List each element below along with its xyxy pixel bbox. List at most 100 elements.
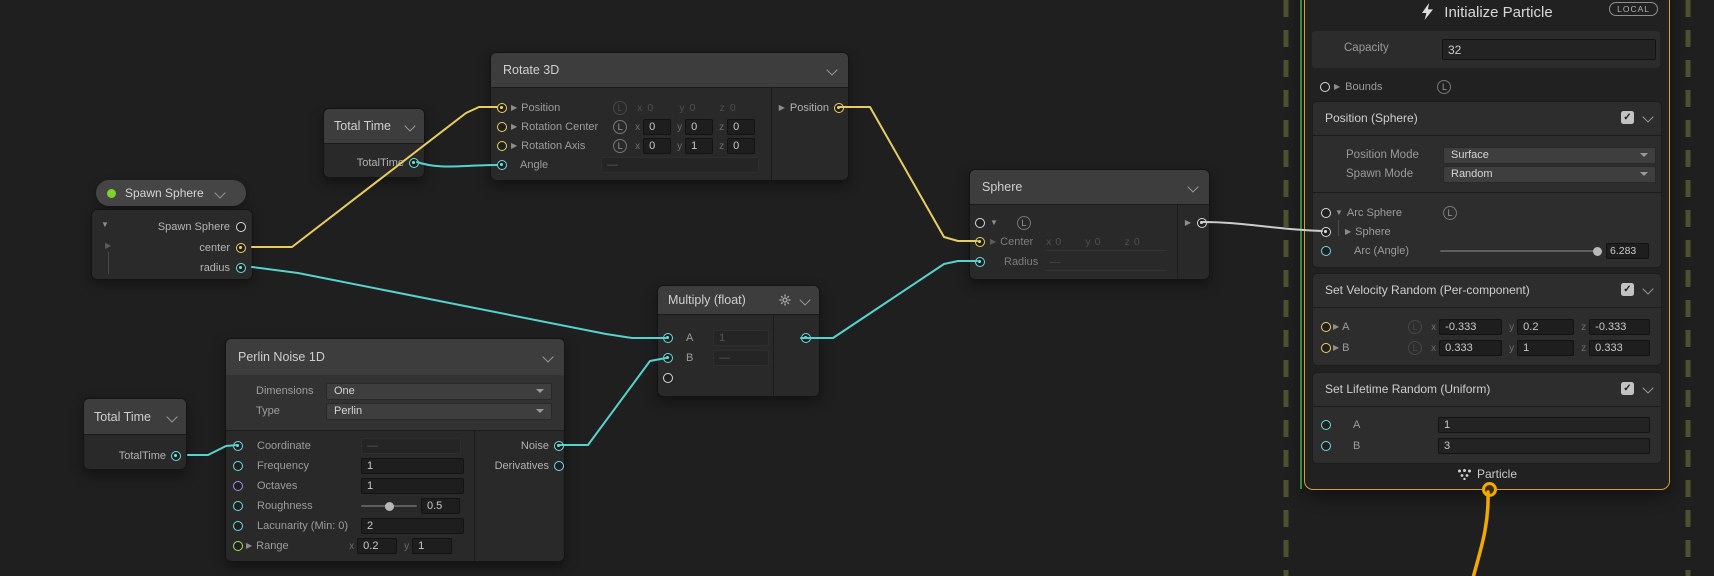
b-z-field[interactable]: 0.333 [1589,340,1650,356]
port-a-in[interactable] [663,333,673,343]
port-noise-out[interactable] [554,441,564,451]
value-z-field[interactable]: 0 [727,119,755,135]
port-radius-in[interactable] [975,257,985,267]
port-b-in[interactable] [663,353,673,363]
port-a-in[interactable] [1321,420,1331,430]
value-z-field[interactable]: 0 [727,138,755,154]
chevron-down-icon[interactable] [542,351,553,362]
node-sphere[interactable]: Sphere ▼ L ▶ Center x 0 y 0 z 0 Radius — [969,169,1210,280]
slider-handle[interactable] [385,502,394,511]
position-mode-dropdown[interactable]: Surface [1443,147,1656,164]
port-bounds-in[interactable] [1320,82,1330,92]
port-arc-angle-in[interactable] [1321,246,1331,256]
chevron-down-icon[interactable] [826,64,837,75]
local-space-badge[interactable]: L [613,101,627,115]
port-result-out[interactable] [801,333,811,343]
local-space-badge[interactable]: L [1437,80,1451,94]
foldout-collapsed-icon[interactable]: ▶ [1333,344,1339,352]
lacunarity-field[interactable]: 2 [361,518,464,534]
port-position-out[interactable] [834,103,844,113]
node-total-time-top[interactable]: Total Time TotalTime [323,108,425,178]
node-spawn-sphere[interactable]: Spawn Sphere ▼ ▶ Spawn Sphere center rad… [91,180,251,278]
b-x-field[interactable]: 0.333 [1439,340,1502,356]
edge-particle-flow[interactable] [1473,492,1488,576]
node-total-time-bottom[interactable]: Total Time TotalTime [83,398,187,470]
port-arc-sphere-in[interactable] [1321,208,1331,218]
block-enabled-checkbox[interactable] [1621,382,1634,395]
local-space-badge[interactable]: L [1408,320,1422,334]
edge-rotate3d-to-sphere-center[interactable] [840,107,977,241]
node-multiply-float[interactable]: Multiply (float) A 1 B — [657,285,820,397]
port-center-out[interactable] [236,243,246,253]
chevron-down-icon[interactable] [214,187,225,198]
port-sphere-in[interactable] [1321,227,1331,237]
range-y-field[interactable]: 1 [412,538,452,554]
slider-handle[interactable] [1593,247,1602,256]
b-field[interactable]: 3 [1438,438,1650,454]
value-y-field[interactable]: 0 [685,119,713,135]
a-field[interactable]: 1 [1438,417,1650,433]
port-derivatives-out[interactable] [554,461,564,471]
a-value-field[interactable]: 1 [713,330,769,346]
chevron-down-icon[interactable] [1642,283,1653,294]
node-rotate-3d[interactable]: Rotate 3D ▶ Position L x 0 y 0 z 0 ▶ Rot… [490,52,849,181]
block-set-velocity-random[interactable]: Set Velocity Random (Per-component) ▶ A … [1312,273,1662,366]
context-initialize-particle[interactable]: Initialize Particle LOCAL Capacity 32 ▶ … [1304,0,1670,490]
roughness-slider[interactable] [361,505,417,507]
edge-totaltime-to-angle[interactable] [417,162,497,167]
port-frequency-in[interactable] [233,461,243,471]
foldout-collapsed-icon[interactable]: ▶ [1334,83,1340,91]
foldout-expanded-icon[interactable]: ▼ [990,219,998,227]
block-set-lifetime-random[interactable]: Set Lifetime Random (Uniform) A 1 B 3 [1312,372,1662,464]
port-radius-out[interactable] [236,263,246,273]
spawn-sphere-pill[interactable]: Spawn Sphere [96,180,246,206]
a-x-field[interactable]: -0.333 [1439,319,1502,335]
port-coordinate-in[interactable] [233,441,243,451]
space-badge[interactable]: LOCAL [1609,2,1658,16]
port-a-in[interactable] [1321,322,1331,332]
foldout-collapsed-icon[interactable]: ▶ [1333,323,1339,331]
port-sphere-out[interactable] [1197,218,1207,228]
range-x-field[interactable]: 0.2 [357,538,397,554]
edge-noise-to-multiply-b[interactable] [559,358,666,445]
port-totaltime-out[interactable] [171,451,181,461]
port-roughness-in[interactable] [233,501,243,511]
port-range-in[interactable] [233,541,243,551]
port-spawn-sphere-out[interactable] [236,222,246,232]
port-angle-in[interactable] [497,160,507,170]
local-space-badge[interactable]: L [1443,206,1457,220]
local-space-badge[interactable]: L [1017,216,1031,230]
port-lacunarity-in[interactable] [233,521,243,531]
octaves-field[interactable]: 1 [361,478,464,494]
foldout-collapsed-icon[interactable]: ▶ [990,238,996,246]
b-value-field[interactable]: — [713,350,769,366]
foldout-collapsed-icon[interactable]: ▶ [779,104,785,112]
port-center-in[interactable] [975,237,985,247]
type-dropdown[interactable]: Perlin [326,403,552,420]
node-perlin-noise-1d[interactable]: Perlin Noise 1D Dimensions One Type Perl… [225,338,565,562]
port-rotation-center-in[interactable] [497,122,507,132]
roughness-field[interactable]: 0.5 [421,498,460,514]
foldout-collapsed-icon[interactable]: ▶ [511,104,517,112]
port-b-in[interactable] [1321,343,1331,353]
port-rotation-axis-in[interactable] [497,141,507,151]
foldout-collapsed-icon[interactable]: ▶ [511,123,517,131]
coordinate-field[interactable]: — [361,438,461,454]
frequency-field[interactable]: 1 [361,458,464,474]
local-space-badge[interactable]: L [1408,341,1422,355]
spawn-sphere-body[interactable]: ▼ ▶ Spawn Sphere center radius [91,209,253,280]
value-x-field[interactable]: 0 [643,138,671,154]
port-add-input[interactable] [663,373,673,383]
foldout-collapsed-icon[interactable]: ▶ [1185,219,1191,227]
edge-multiply-to-sphere-radius[interactable] [801,261,977,338]
block-enabled-checkbox[interactable] [1621,111,1634,124]
port-b-in[interactable] [1321,441,1331,451]
foldout-collapsed-icon[interactable]: ▶ [105,242,111,250]
arc-angle-field[interactable]: 6.283 [1606,243,1649,259]
arc-angle-slider[interactable] [1440,250,1600,252]
edge-radius-to-multiply-a[interactable] [252,267,666,338]
foldout-collapsed-icon[interactable]: ▶ [1345,228,1351,236]
gear-icon[interactable] [779,294,791,306]
foldout-collapsed-icon[interactable]: ▶ [246,542,252,550]
angle-value-field[interactable]: — [601,157,759,173]
